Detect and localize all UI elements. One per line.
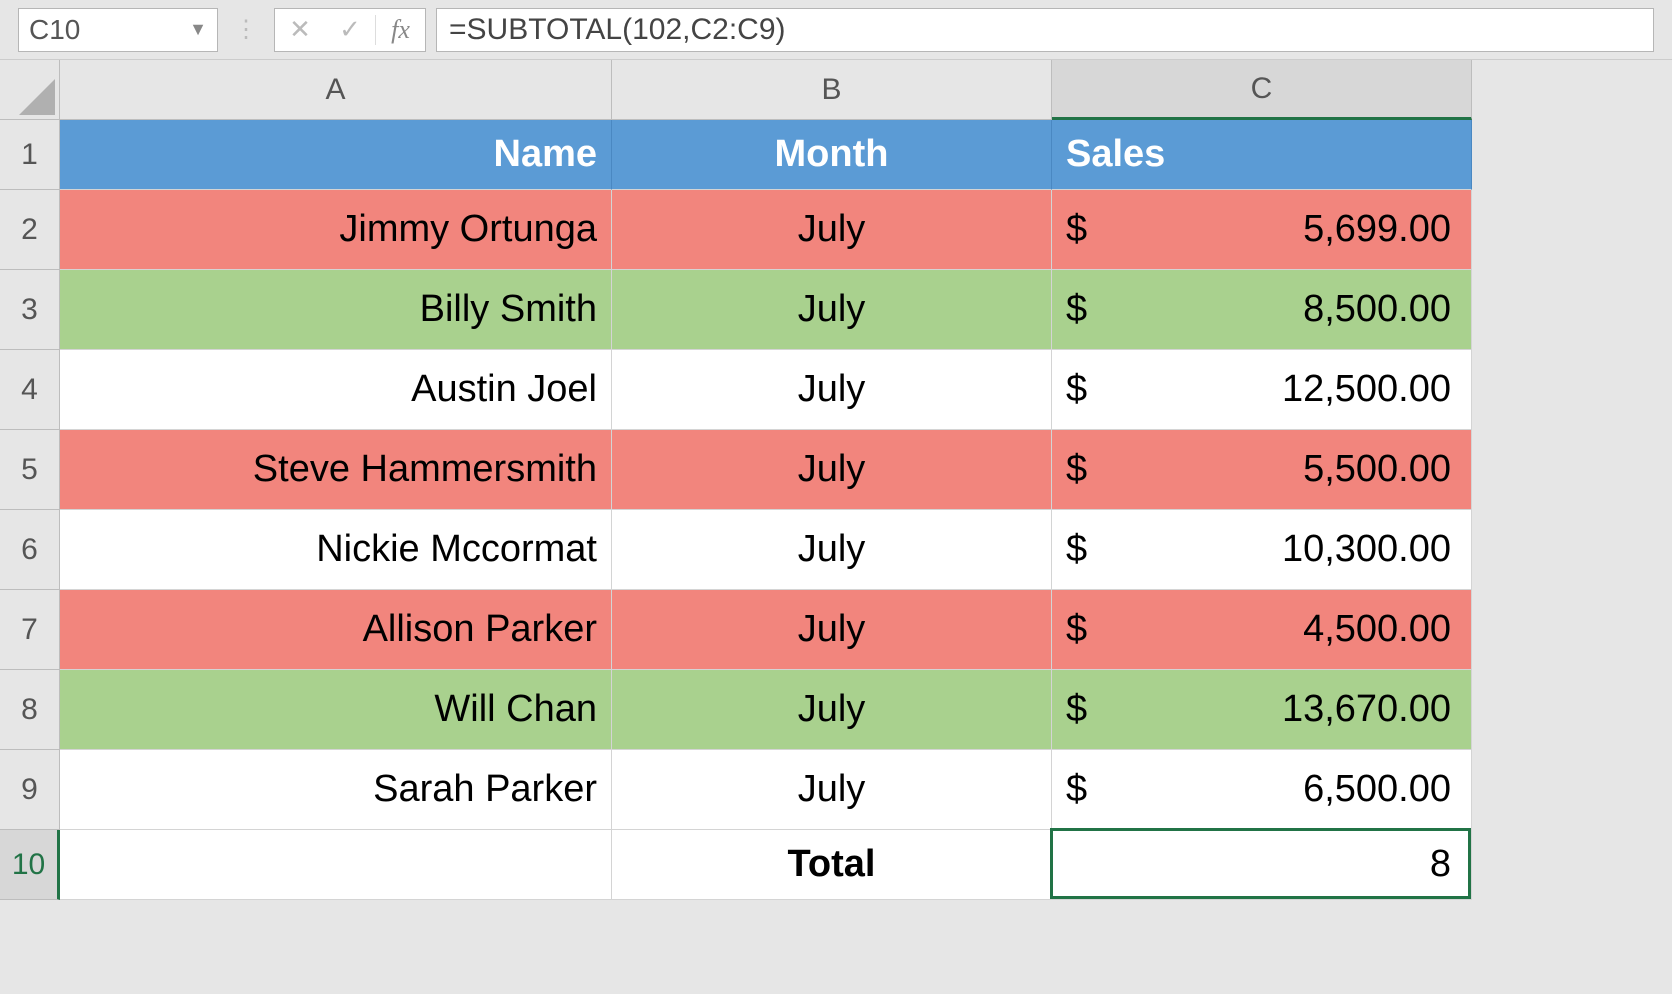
row-9: Sarah ParkerJuly$6,500.00 bbox=[60, 750, 1472, 830]
cell-C7[interactable]: $4,500.00 bbox=[1052, 590, 1472, 670]
cell-A6[interactable]: Nickie Mccormat bbox=[60, 510, 612, 590]
cell-C6[interactable]: $10,300.00 bbox=[1052, 510, 1472, 590]
row-1: NameMonthSales bbox=[60, 120, 1472, 190]
currency-symbol: $ bbox=[1066, 768, 1087, 811]
cell-C10[interactable]: 8 bbox=[1052, 830, 1472, 900]
column-headers: ABC bbox=[60, 60, 1472, 120]
formula-input[interactable]: =SUBTOTAL(102,C2:C9) bbox=[436, 8, 1654, 52]
row-headers: 12345678910 bbox=[0, 120, 60, 900]
cell-A9[interactable]: Sarah Parker bbox=[60, 750, 612, 830]
cell-value: 5,699.00 bbox=[1303, 208, 1451, 251]
row-2: Jimmy OrtungaJuly$5,699.00 bbox=[60, 190, 1472, 270]
row-header-6[interactable]: 6 bbox=[0, 510, 60, 590]
currency-symbol: $ bbox=[1066, 688, 1087, 731]
cell-C5[interactable]: $5,500.00 bbox=[1052, 430, 1472, 510]
cell-B8[interactable]: July bbox=[612, 670, 1052, 750]
formula-buttons: ✕ ✓ fx bbox=[274, 8, 426, 52]
row-header-3[interactable]: 3 bbox=[0, 270, 60, 350]
cell-value: 13,670.00 bbox=[1282, 688, 1451, 731]
cell-C9[interactable]: $6,500.00 bbox=[1052, 750, 1472, 830]
currency-symbol: $ bbox=[1066, 608, 1087, 651]
currency-symbol: $ bbox=[1066, 208, 1087, 251]
separator-icon: ⋮ bbox=[228, 15, 264, 44]
name-box[interactable]: C10 ▼ bbox=[18, 8, 218, 52]
cell-A8[interactable]: Will Chan bbox=[60, 670, 612, 750]
formula-bar: C10 ▼ ⋮ ✕ ✓ fx =SUBTOTAL(102,C2:C9) bbox=[0, 0, 1672, 60]
cell-B10[interactable]: Total bbox=[612, 830, 1052, 900]
cell-C2[interactable]: $5,699.00 bbox=[1052, 190, 1472, 270]
cell-B9[interactable]: July bbox=[612, 750, 1052, 830]
cell-A5[interactable]: Steve Hammersmith bbox=[60, 430, 612, 510]
cell-A7[interactable]: Allison Parker bbox=[60, 590, 612, 670]
row-header-7[interactable]: 7 bbox=[0, 590, 60, 670]
cell-C4[interactable]: $12,500.00 bbox=[1052, 350, 1472, 430]
spreadsheet-grid: ABC 12345678910 NameMonthSalesJimmy Ortu… bbox=[0, 60, 1672, 994]
row-header-2[interactable]: 2 bbox=[0, 190, 60, 270]
row-10: Total8 bbox=[60, 830, 1472, 900]
cell-C3[interactable]: $8,500.00 bbox=[1052, 270, 1472, 350]
row-header-10[interactable]: 10 bbox=[0, 830, 60, 900]
cell-B3[interactable]: July bbox=[612, 270, 1052, 350]
column-header-C[interactable]: C bbox=[1052, 60, 1472, 120]
cell-value: 6,500.00 bbox=[1303, 768, 1451, 811]
cell-B7[interactable]: July bbox=[612, 590, 1052, 670]
row-7: Allison ParkerJuly$4,500.00 bbox=[60, 590, 1472, 670]
select-all-corner[interactable] bbox=[0, 60, 60, 120]
currency-symbol: $ bbox=[1066, 368, 1087, 411]
cell-value: 5,500.00 bbox=[1303, 448, 1451, 491]
row-header-8[interactable]: 8 bbox=[0, 670, 60, 750]
row-header-9[interactable]: 9 bbox=[0, 750, 60, 830]
cell-value: 4,500.00 bbox=[1303, 608, 1451, 651]
row-5: Steve HammersmithJuly$5,500.00 bbox=[60, 430, 1472, 510]
currency-symbol: $ bbox=[1066, 448, 1087, 491]
cell-C8[interactable]: $13,670.00 bbox=[1052, 670, 1472, 750]
column-header-A[interactable]: A bbox=[60, 60, 612, 120]
cell-A2[interactable]: Jimmy Ortunga bbox=[60, 190, 612, 270]
name-box-dropdown-icon[interactable]: ▼ bbox=[189, 19, 207, 40]
cell-B4[interactable]: July bbox=[612, 350, 1052, 430]
currency-symbol: $ bbox=[1066, 528, 1087, 571]
fx-icon[interactable]: fx bbox=[375, 15, 425, 45]
cell-value: 12,500.00 bbox=[1282, 368, 1451, 411]
cell-A3[interactable]: Billy Smith bbox=[60, 270, 612, 350]
cell-A1[interactable]: Name bbox=[60, 120, 612, 190]
cell-B5[interactable]: July bbox=[612, 430, 1052, 510]
cell-B2[interactable]: July bbox=[612, 190, 1052, 270]
column-header-B[interactable]: B bbox=[612, 60, 1052, 120]
row-8: Will ChanJuly$13,670.00 bbox=[60, 670, 1472, 750]
name-box-value: C10 bbox=[29, 14, 80, 46]
row-3: Billy SmithJuly$8,500.00 bbox=[60, 270, 1472, 350]
cell-value: 8,500.00 bbox=[1303, 288, 1451, 331]
row-header-1[interactable]: 1 bbox=[0, 120, 60, 190]
cell-A4[interactable]: Austin Joel bbox=[60, 350, 612, 430]
cell-B6[interactable]: July bbox=[612, 510, 1052, 590]
row-header-5[interactable]: 5 bbox=[0, 430, 60, 510]
row-6: Nickie MccormatJuly$10,300.00 bbox=[60, 510, 1472, 590]
currency-symbol: $ bbox=[1066, 288, 1087, 331]
row-4: Austin JoelJuly$12,500.00 bbox=[60, 350, 1472, 430]
cancel-formula-icon[interactable]: ✕ bbox=[275, 14, 325, 45]
cell-B1[interactable]: Month bbox=[612, 120, 1052, 190]
accept-formula-icon[interactable]: ✓ bbox=[325, 14, 375, 45]
cell-A10[interactable] bbox=[60, 830, 612, 900]
cell-value: 10,300.00 bbox=[1282, 528, 1451, 571]
row-header-4[interactable]: 4 bbox=[0, 350, 60, 430]
formula-text: =SUBTOTAL(102,C2:C9) bbox=[449, 13, 786, 47]
cell-grid[interactable]: NameMonthSalesJimmy OrtungaJuly$5,699.00… bbox=[60, 120, 1472, 900]
cell-C1[interactable]: Sales bbox=[1052, 120, 1472, 190]
